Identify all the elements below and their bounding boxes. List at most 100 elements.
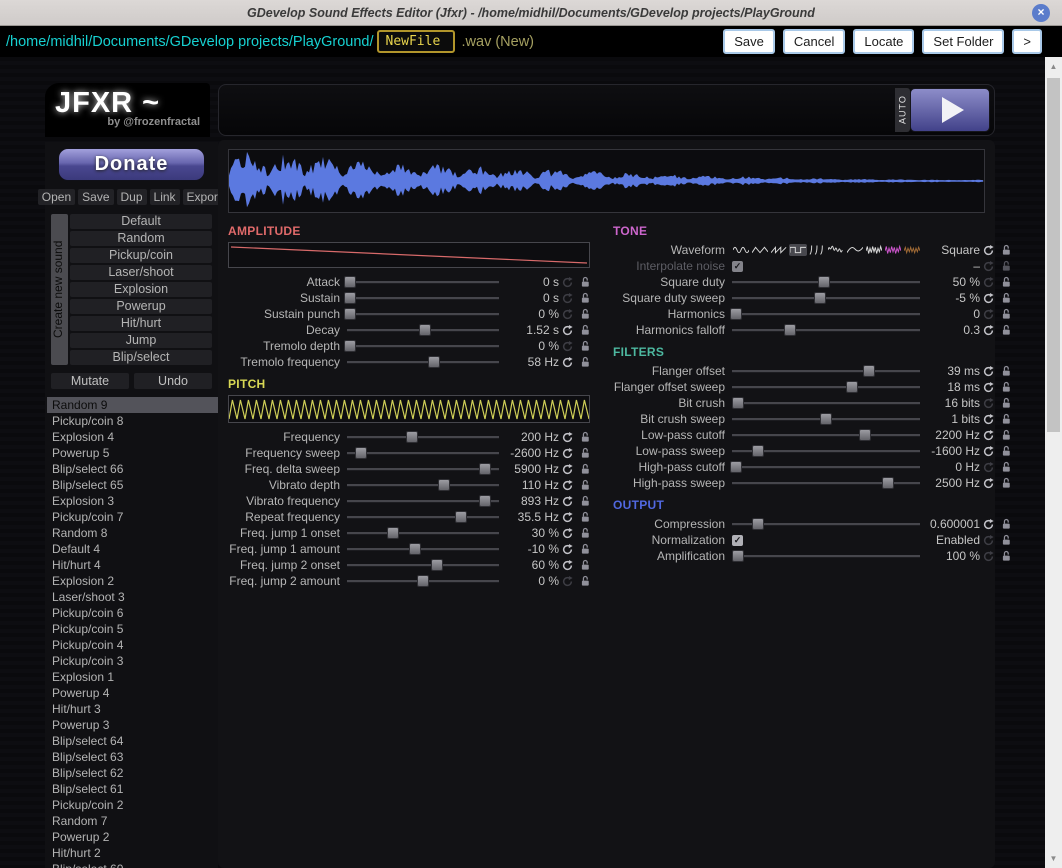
sound-list-item[interactable]: Hit/hurt 4 [47, 557, 218, 573]
sustain-punch-reset-icon[interactable] [559, 309, 576, 320]
freq-jump-1-onset-slider-track[interactable] [347, 526, 499, 540]
mutate-button[interactable]: Mutate [51, 373, 129, 389]
high-pass-sweep-slider-track[interactable] [732, 476, 920, 490]
sound-list-item[interactable]: Powerup 5 [47, 445, 218, 461]
open-button[interactable]: Open [38, 189, 75, 205]
decay-lock-icon[interactable] [576, 324, 590, 336]
freq-jump-2-amount-lock-icon[interactable] [576, 575, 590, 587]
square-duty-sweep-reset-icon[interactable] [980, 293, 997, 304]
sound-list-item[interactable]: Powerup 4 [47, 685, 218, 701]
frequency-sweep-lock-icon[interactable] [576, 447, 590, 459]
bit-crush-sweep-slider-handle[interactable] [820, 413, 832, 425]
preset-button-powerup[interactable]: Powerup [70, 299, 212, 314]
sound-list-item[interactable]: Blip/select 65 [47, 477, 218, 493]
bit-crush-sweep-slider-track[interactable] [732, 412, 920, 426]
set-folder-button[interactable]: Set Folder [922, 29, 1004, 54]
vibrato-depth-reset-icon[interactable] [559, 480, 576, 491]
preset-button-blip-select[interactable]: Blip/select [70, 350, 212, 365]
frequency-slider-handle[interactable] [406, 431, 418, 443]
amplification-slider-track[interactable] [732, 549, 920, 563]
harmonics-lock-icon[interactable] [997, 308, 1011, 320]
waveform-lock-icon[interactable] [997, 244, 1011, 256]
high-pass-cutoff-slider-handle[interactable] [730, 461, 742, 473]
triangle-wave-icon[interactable] [751, 244, 769, 256]
bit-crush-slider-handle[interactable] [732, 397, 744, 409]
compression-reset-icon[interactable] [980, 519, 997, 530]
preset-button-laser-shoot[interactable]: Laser/shoot [70, 265, 212, 280]
vibrato-frequency-slider-handle[interactable] [479, 495, 491, 507]
flanger-offset-reset-icon[interactable] [980, 366, 997, 377]
-button[interactable]: > [1012, 29, 1042, 54]
sound-list-item[interactable]: Blip/select 64 [47, 733, 218, 749]
preset-button-jump[interactable]: Jump [70, 333, 212, 348]
filename-input[interactable] [377, 30, 455, 53]
tremolo-depth-slider-track[interactable] [347, 339, 499, 353]
freq-jump-2-onset-slider-track[interactable] [347, 558, 499, 572]
scrollbar-thumb[interactable] [1047, 78, 1060, 432]
sound-list[interactable]: Random 9Pickup/coin 8Explosion 4Powerup … [47, 397, 218, 868]
scroll-down-icon[interactable]: ▼ [1045, 851, 1062, 866]
bit-crush-sweep-lock-icon[interactable] [997, 413, 1011, 425]
tremolo-depth-slider-handle[interactable] [344, 340, 356, 352]
repeat-frequency-reset-icon[interactable] [559, 512, 576, 523]
sound-list-item[interactable]: Powerup 2 [47, 829, 218, 845]
vibrato-frequency-lock-icon[interactable] [576, 495, 590, 507]
white-noise-wave-icon[interactable] [865, 244, 883, 256]
locate-button[interactable]: Locate [853, 29, 914, 54]
donate-button[interactable]: Donate [58, 148, 205, 181]
sustain-punch-lock-icon[interactable] [576, 308, 590, 320]
low-pass-sweep-lock-icon[interactable] [997, 445, 1011, 457]
link-button[interactable]: Link [150, 189, 180, 205]
freq-delta-sweep-slider-track[interactable] [347, 462, 499, 476]
flanger-offset-sweep-lock-icon[interactable] [997, 381, 1011, 393]
attack-lock-icon[interactable] [576, 276, 590, 288]
preset-button-hit-hurt[interactable]: Hit/hurt [70, 316, 212, 331]
sound-list-item[interactable]: Pickup/coin 2 [47, 797, 218, 813]
sustain-reset-icon[interactable] [559, 293, 576, 304]
sound-list-item[interactable]: Random 8 [47, 525, 218, 541]
sound-list-item[interactable]: Hit/hurt 2 [47, 845, 218, 861]
save-button[interactable]: Save [723, 29, 775, 54]
repeat-frequency-lock-icon[interactable] [576, 511, 590, 523]
sound-list-item[interactable]: Pickup/coin 5 [47, 621, 218, 637]
high-pass-cutoff-lock-icon[interactable] [997, 461, 1011, 473]
harmonics-falloff-slider-handle[interactable] [784, 324, 796, 336]
harmonics-slider-handle[interactable] [730, 308, 742, 320]
decay-slider-handle[interactable] [419, 324, 431, 336]
vertical-scrollbar[interactable]: ▲ ▼ [1045, 57, 1062, 868]
frequency-sweep-slider-track[interactable] [347, 446, 499, 460]
high-pass-cutoff-slider-track[interactable] [732, 460, 920, 474]
frequency-sweep-reset-icon[interactable] [559, 448, 576, 459]
sound-list-item[interactable]: Explosion 4 [47, 429, 218, 445]
whistle-wave-icon[interactable] [827, 244, 845, 256]
tremolo-frequency-slider-track[interactable] [347, 355, 499, 369]
vibrato-frequency-slider-track[interactable] [347, 494, 499, 508]
compression-slider-handle[interactable] [752, 518, 764, 530]
freq-jump-2-amount-reset-icon[interactable] [559, 576, 576, 587]
sound-list-item[interactable]: Blip/select 60 [47, 861, 218, 868]
normalization-checkbox[interactable]: ✓ [732, 535, 743, 546]
high-pass-cutoff-reset-icon[interactable] [980, 462, 997, 473]
sustain-lock-icon[interactable] [576, 292, 590, 304]
low-pass-cutoff-reset-icon[interactable] [980, 430, 997, 441]
sound-list-item[interactable]: Laser/shoot 3 [47, 589, 218, 605]
square-duty-sweep-slider-handle[interactable] [814, 292, 826, 304]
high-pass-sweep-lock-icon[interactable] [997, 477, 1011, 489]
preset-button-explosion[interactable]: Explosion [70, 282, 212, 297]
square-duty-slider-track[interactable] [732, 275, 920, 289]
high-pass-sweep-slider-handle[interactable] [882, 477, 894, 489]
low-pass-sweep-slider-handle[interactable] [752, 445, 764, 457]
freq-jump-1-amount-slider-track[interactable] [347, 542, 499, 556]
square-duty-lock-icon[interactable] [997, 276, 1011, 288]
repeat-frequency-slider-track[interactable] [347, 510, 499, 524]
repeat-frequency-slider-handle[interactable] [455, 511, 467, 523]
interpolate-noise-lock-icon[interactable] [997, 260, 1011, 272]
freq-jump-1-amount-slider-handle[interactable] [409, 543, 421, 555]
freq-jump-1-amount-lock-icon[interactable] [576, 543, 590, 555]
freq-jump-1-amount-reset-icon[interactable] [559, 544, 576, 555]
bit-crush-lock-icon[interactable] [997, 397, 1011, 409]
sound-list-item[interactable]: Pickup/coin 6 [47, 605, 218, 621]
sound-list-item[interactable]: Powerup 3 [47, 717, 218, 733]
square-wave-icon[interactable] [789, 244, 807, 256]
square-duty-sweep-lock-icon[interactable] [997, 292, 1011, 304]
